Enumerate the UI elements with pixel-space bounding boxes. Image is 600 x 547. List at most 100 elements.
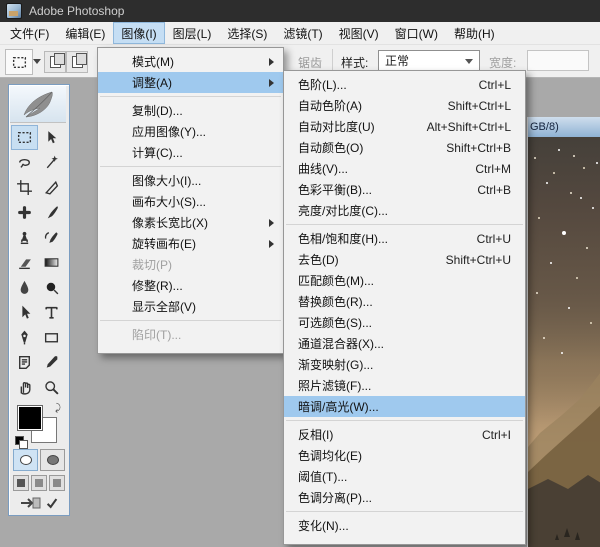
quick-mask-mode-button[interactable] [40,449,65,471]
menu-item[interactable]: 渐变映射(G)... [284,354,525,375]
menu-item[interactable]: 阈值(T)... [284,466,525,487]
toolbox: ⤸ [8,84,70,516]
history-brush-tool[interactable] [38,225,65,250]
standard-mode-icon [19,455,32,465]
slice-tool[interactable] [38,175,65,200]
menu-item[interactable]: 图像大小(I)... [98,170,283,191]
menu-item[interactable]: 画布大小(S)... [98,191,283,212]
feather-logo-icon [16,89,60,119]
toolbox-banner[interactable] [10,86,66,123]
menubar-item[interactable]: 文件(F) [2,22,57,44]
shape-rect-tool[interactable] [38,325,65,350]
menu-item[interactable]: 反相(I) Ctrl+I [284,424,525,445]
tool-preset-caret-icon[interactable] [33,59,41,64]
clone-stamp-tool[interactable] [11,225,38,250]
menu-item[interactable]: 亮度/对比度(C)... [284,200,525,221]
eraser-tool[interactable] [11,250,38,275]
standard-screen-button[interactable] [13,475,29,491]
menu-item[interactable]: 复制(D)... [98,100,283,121]
menu-item[interactable]: 自动颜色(O) Shift+Ctrl+B [284,137,525,158]
selection-mode-button[interactable] [44,51,66,73]
magic-wand-tool[interactable] [38,150,65,175]
menubar-item[interactable]: 视图(V) [331,22,387,44]
lasso-tool[interactable] [11,150,38,175]
hand-icon [16,379,33,396]
lasso-icon [16,154,33,171]
fullscreen-button[interactable] [49,475,65,491]
menubar-item[interactable]: 滤镜(T) [275,22,330,44]
menu-item[interactable]: 自动对比度(U) Alt+Shift+Ctrl+L [284,116,525,137]
menu-item[interactable]: 色彩平衡(B)... Ctrl+B [284,179,525,200]
burn-tool[interactable] [38,275,65,300]
healing-brush-tool[interactable] [11,200,38,225]
document-window: GB/8) [527,117,600,547]
title-bar[interactable]: Adobe Photoshop [0,0,600,22]
menu-item[interactable]: 照片滤镜(F)... [284,375,525,396]
menu-item[interactable]: 变化(N)... [284,515,525,536]
move-icon [43,129,60,146]
menubar-item[interactable]: 窗口(W) [387,22,446,44]
document-canvas[interactable] [528,137,600,547]
menubar-item[interactable]: 编辑(E) [57,22,113,44]
type-tool[interactable] [38,300,65,325]
menu-item[interactable]: 曲线(V)... Ctrl+M [284,158,525,179]
move-tool[interactable] [38,125,65,150]
anti-alias-label: 锯齿 [298,56,323,70]
default-colors-icon[interactable] [15,436,28,449]
pen-tool[interactable] [11,325,38,350]
color-swatch-group: ⤸ [15,403,61,449]
menu-item[interactable]: 模式(M) [98,51,283,72]
menu-item[interactable]: 像素长宽比(X) [98,212,283,233]
commit-check-icon[interactable] [45,496,59,510]
menu-item[interactable]: 可选颜色(S)... [284,312,525,333]
menu-item[interactable]: 旋转画布(E) [98,233,283,254]
menu-item[interactable]: 色调均化(E) [284,445,525,466]
menu-item[interactable]: 调整(A) [98,72,283,93]
menubar-item[interactable]: 图像(I) [113,22,165,44]
rect-marquee-tool[interactable] [11,125,38,150]
menubar-item[interactable]: 选择(S) [219,22,275,44]
image-menu: 模式(M) 调整(A) 复制(D)... 应用图像(Y)... 计算(C)... [97,47,284,354]
edit-in-imageready-button[interactable] [19,496,41,510]
crop-tool[interactable] [11,175,38,200]
menubar-item[interactable]: 帮助(H) [446,22,503,44]
menu-item[interactable]: 替换颜色(R)... [284,291,525,312]
pen-icon [16,329,33,346]
menu-item[interactable]: 色调分离(P)... [284,487,525,508]
menu-item[interactable]: 匹配颜色(M)... [284,270,525,291]
swap-colors-icon[interactable]: ⤸ [55,403,61,414]
menu-item[interactable]: 去色(D) Shift+Ctrl+U [284,249,525,270]
menu-item[interactable]: 通道混合器(X)... [284,333,525,354]
imageready-group [13,495,65,511]
menu-item[interactable]: 色阶(L)... Ctrl+L [284,74,525,95]
menu-item[interactable]: 陷印(T)... [98,324,283,345]
gradient-tool[interactable] [38,250,65,275]
menu-item[interactable]: 暗调/高光(W)... [284,396,525,417]
menu-item[interactable]: 色相/饱和度(H)... Ctrl+U [284,228,525,249]
menu-item[interactable]: 应用图像(Y)... [98,121,283,142]
eyedropper-tool[interactable] [38,350,65,375]
menu-item[interactable]: 显示全部(V) [98,296,283,317]
foreground-color-swatch[interactable] [17,405,43,431]
menu-item[interactable]: 裁切(P) [98,254,283,275]
tool-preset-button[interactable] [5,49,33,75]
fullscreen-menubar-button[interactable] [31,475,47,491]
path-select-tool[interactable] [11,300,38,325]
blur-tool[interactable] [11,275,38,300]
width-input[interactable] [527,50,589,71]
style-select[interactable]: 正常 [378,50,480,71]
zoom-tool[interactable] [38,375,65,400]
notes-tool[interactable] [11,350,38,375]
menu-item[interactable]: 修整(R)... [98,275,283,296]
submenu-arrow-icon [269,239,274,248]
menu-item[interactable]: 自动色阶(A) Shift+Ctrl+L [284,95,525,116]
add-selection-icon [71,53,87,68]
new-selection-icon [49,53,65,68]
brush-tool[interactable] [38,200,65,225]
hand-tool[interactable] [11,375,38,400]
selection-mode-button[interactable] [66,51,88,73]
menubar-item[interactable]: 图层(L) [165,22,220,44]
document-title-bar[interactable]: GB/8) [528,117,600,137]
standard-mode-button[interactable] [13,449,38,471]
menu-item[interactable]: 计算(C)... [98,142,283,163]
